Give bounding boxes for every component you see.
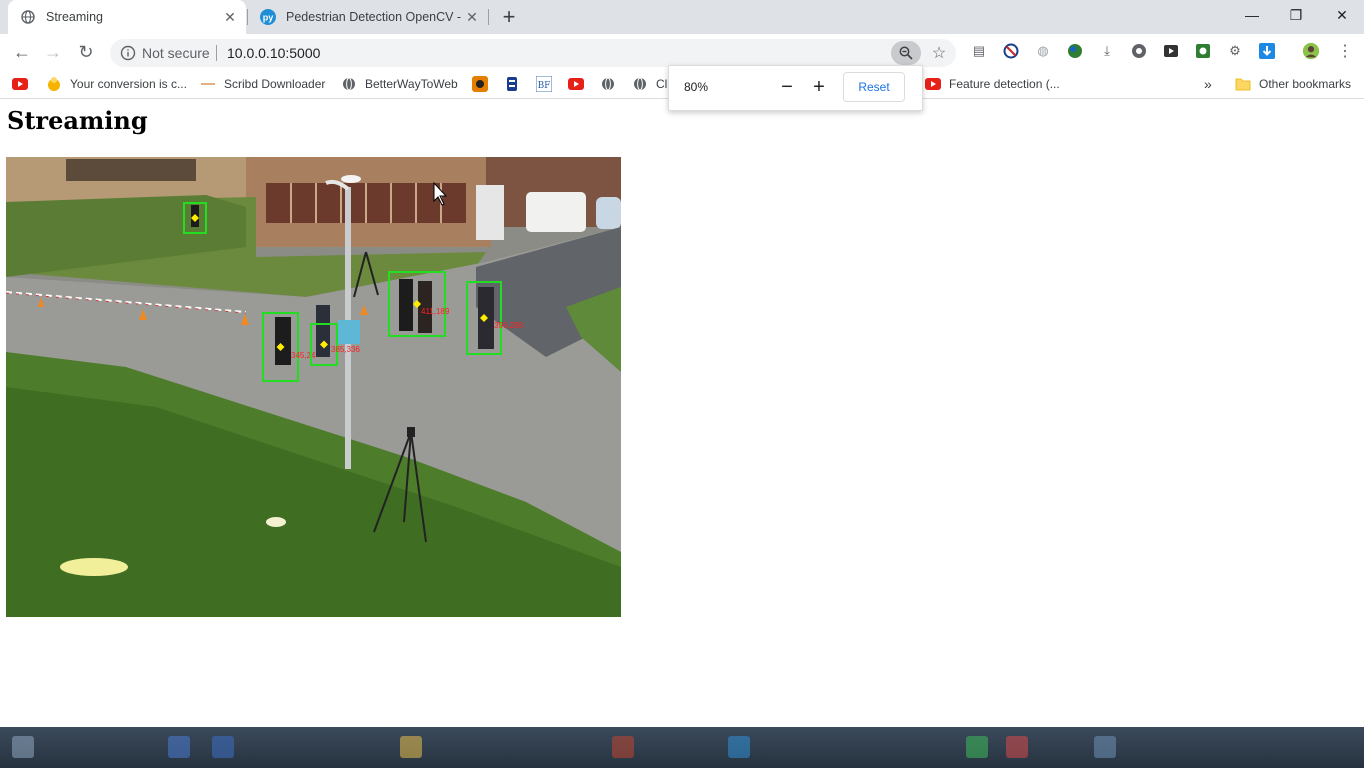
browser-chrome: Streaming ✕ py Pedestrian Detection Open… xyxy=(0,0,1364,111)
profile-avatar-icon[interactable] xyxy=(1302,42,1320,60)
tab-title: Streaming xyxy=(46,10,103,24)
globe-icon xyxy=(600,76,616,92)
tab-strip: Streaming ✕ py Pedestrian Detection Open… xyxy=(0,0,1364,34)
site-favicon-icon: py xyxy=(260,9,276,25)
omnibox-divider xyxy=(216,45,217,61)
bookmark-item[interactable]: Your conversion is c... xyxy=(46,74,187,94)
bookmark-label: BetterWayToWeb xyxy=(365,77,458,91)
bookmark-label: Scribd Downloader xyxy=(224,77,326,91)
detection-label: 345,24 xyxy=(291,351,316,360)
bookmark-item[interactable]: BetterWayToWeb xyxy=(341,74,458,94)
taskbar-app-icon[interactable] xyxy=(612,736,634,758)
tab-streaming[interactable]: Streaming ✕ xyxy=(8,0,246,34)
bookmark-item[interactable] xyxy=(504,74,528,94)
bookmark-label: Feature detection (... xyxy=(949,77,1060,91)
extension-video-icon[interactable] xyxy=(1162,42,1180,60)
youtube-icon xyxy=(568,76,584,92)
extension-block-icon[interactable] xyxy=(1002,42,1020,60)
detection-label: 385,336 xyxy=(331,345,360,354)
youtube-icon xyxy=(925,76,941,92)
extension-download-helper-icon[interactable] xyxy=(1258,42,1276,60)
bookmark-label: Your conversion is c... xyxy=(70,77,187,91)
zoom-popup: 80% − + Reset xyxy=(668,65,923,111)
minimize-button[interactable]: — xyxy=(1229,0,1275,30)
close-window-button[interactable]: ✕ xyxy=(1319,0,1364,30)
new-tab-button[interactable]: + xyxy=(497,4,521,29)
address-bar[interactable]: Not secure 10.0.0.10:5000 ☆ xyxy=(110,39,956,67)
extension-globe-icon[interactable]: ◍ xyxy=(1034,42,1052,60)
bookmark-label: Cl xyxy=(656,77,668,91)
taskbar-app-icon[interactable] xyxy=(1094,736,1116,758)
video-stream: 345,24 385,336 411,189 396,208 xyxy=(6,157,621,617)
reload-button[interactable]: ↻ xyxy=(74,40,98,64)
taskbar-app-icon[interactable] xyxy=(400,736,422,758)
zoom-out-icon[interactable] xyxy=(891,41,921,65)
other-bookmarks-folder[interactable]: Other bookmarks xyxy=(1235,74,1351,94)
tab-title: Pedestrian Detection OpenCV - P xyxy=(286,10,462,24)
download-icon[interactable]: ⤓ xyxy=(1098,42,1116,60)
svg-text:BF: BF xyxy=(538,81,551,91)
taskbar-app-icon[interactable] xyxy=(168,736,190,758)
detection-label: 411,189 xyxy=(421,307,450,316)
close-tab-icon[interactable]: ✕ xyxy=(462,7,482,27)
page-title: Streaming xyxy=(7,106,148,135)
tab-pedestrian-detection[interactable]: py Pedestrian Detection OpenCV - P ✕ xyxy=(248,0,488,34)
youtube-icon xyxy=(12,76,28,92)
taskbar-app-icon[interactable] xyxy=(728,736,750,758)
taskbar xyxy=(0,727,1364,768)
bookmark-favicon xyxy=(472,76,488,92)
bookmark-item[interactable]: Cl xyxy=(632,74,667,94)
bookmark-item[interactable]: BF xyxy=(536,74,560,94)
taskbar-app-icon[interactable] xyxy=(1006,736,1028,758)
bookmark-item[interactable] xyxy=(600,74,624,94)
bookmark-item[interactable] xyxy=(472,74,496,94)
globe-icon xyxy=(341,76,357,92)
restore-button[interactable]: ❐ xyxy=(1273,0,1319,30)
extension-reader-icon[interactable]: ▤ xyxy=(970,42,988,60)
star-icon[interactable]: ☆ xyxy=(929,43,949,63)
taskbar-app-icon[interactable] xyxy=(966,736,988,758)
zoom-level: 80% xyxy=(684,80,709,94)
bookmark-item[interactable] xyxy=(12,74,36,94)
bookmark-label: Other bookmarks xyxy=(1259,77,1352,91)
close-tab-icon[interactable]: ✕ xyxy=(220,7,240,27)
back-button[interactable]: ← xyxy=(10,40,34,64)
start-icon[interactable] xyxy=(12,736,34,758)
zoom-plus-button[interactable]: + xyxy=(809,75,829,99)
extension-circle-icon[interactable] xyxy=(1130,42,1148,60)
globe-icon xyxy=(20,9,36,25)
bookmark-item[interactable] xyxy=(568,74,592,94)
zoom-reset-button[interactable]: Reset xyxy=(843,72,905,102)
url-text[interactable]: 10.0.0.10:5000 xyxy=(227,45,320,61)
bookmark-favicon xyxy=(46,76,62,92)
info-icon[interactable] xyxy=(120,45,136,61)
bookmark-item[interactable]: Feature detection (... xyxy=(925,74,1060,94)
bookmark-favicon: BF xyxy=(536,76,552,92)
globe-icon xyxy=(632,76,648,92)
more-bookmarks-button[interactable]: » xyxy=(1204,74,1212,94)
taskbar-app-icon[interactable] xyxy=(212,736,234,758)
folder-icon xyxy=(1235,76,1251,92)
extension-gear-icon[interactable]: ⚙ xyxy=(1226,42,1244,60)
bookmark-item[interactable]: Scribd Downloader xyxy=(200,74,325,94)
bookmark-favicon xyxy=(200,76,216,92)
detection-label: 396,208 xyxy=(494,321,523,330)
bookmark-favicon xyxy=(504,76,520,92)
svg-text:py: py xyxy=(263,13,274,23)
menu-dots-icon[interactable]: ⋮ xyxy=(1336,42,1354,60)
zoom-minus-button[interactable]: − xyxy=(777,75,797,99)
extension-screenshot-icon[interactable] xyxy=(1194,42,1212,60)
forward-button[interactable]: → xyxy=(41,40,65,64)
security-label: Not secure xyxy=(142,45,210,61)
tab-divider xyxy=(488,9,489,25)
extension-earth-icon[interactable] xyxy=(1066,42,1084,60)
